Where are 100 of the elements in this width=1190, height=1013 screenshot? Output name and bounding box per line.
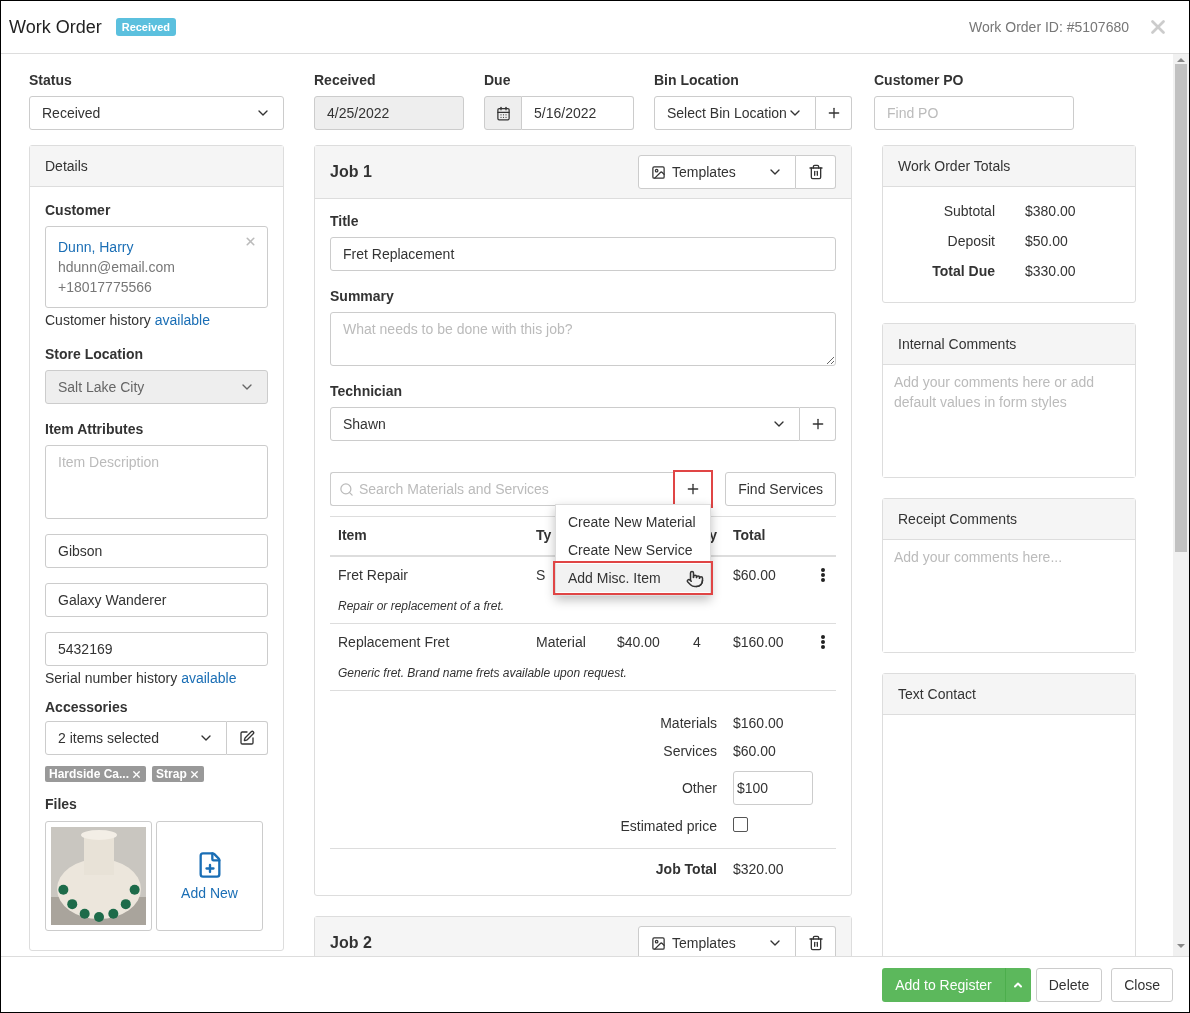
remove-icon — [188, 768, 200, 780]
image-icon — [651, 164, 666, 180]
history-link[interactable]: available — [181, 670, 237, 686]
column-header: Total — [733, 527, 766, 543]
more-icon — [821, 568, 825, 582]
field-label: Title — [330, 213, 360, 229]
summary-label: Materials — [659, 715, 717, 731]
add-button[interactable] — [800, 407, 836, 441]
search-field[interactable]: Search Materials and Services — [330, 472, 673, 506]
job-title: Job 2 — [330, 934, 372, 952]
totals-value: $50.00 — [1025, 233, 1069, 249]
summary-label: Other — [681, 780, 717, 796]
field-label: Due — [484, 72, 512, 88]
customer-phone: +18017775566 — [58, 278, 153, 297]
item-description-field[interactable]: Item Description — [45, 445, 268, 519]
column-header: Item — [338, 527, 367, 543]
due-date-field[interactable]: 5/16/2022 — [522, 96, 634, 130]
add-button[interactable] — [816, 96, 852, 130]
table-cell: $160.00 — [733, 634, 784, 650]
item-description: Generic fret. Brand name frets available upon request. — [338, 666, 627, 680]
customer-name-link[interactable]: Dunn, Harry — [58, 239, 134, 255]
status-select[interactable]: Received — [29, 96, 284, 130]
trash-icon — [807, 935, 824, 951]
bin-location-select[interactable]: Select Bin Location — [654, 96, 816, 130]
field-label: Store Location — [45, 346, 144, 362]
table-cell: 4 — [693, 634, 701, 650]
close-icon — [244, 235, 257, 248]
footer-button[interactable]: Delete — [1035, 967, 1103, 1002]
calendar-button[interactable] — [484, 96, 522, 130]
edit-button[interactable] — [227, 721, 268, 755]
add-item-button[interactable] — [673, 470, 713, 508]
attribute-field[interactable]: 5432169 — [45, 632, 268, 666]
card-title: Text Contact — [898, 686, 976, 702]
summary-field[interactable]: What needs to be done with this job? — [330, 312, 836, 366]
table-cell: $40.00 — [617, 634, 660, 650]
edit-icon — [239, 730, 255, 746]
field-label: Item Attributes — [45, 421, 145, 437]
history-link[interactable]: available — [154, 312, 210, 328]
footer-button[interactable]: Close — [1111, 967, 1173, 1002]
add-file-button[interactable]: Add New — [156, 821, 263, 931]
summary-label: Services — [662, 743, 717, 759]
more-button[interactable] — [821, 568, 825, 582]
plus-icon — [685, 481, 701, 497]
card-title: Details — [45, 158, 88, 174]
trash-icon — [807, 164, 824, 180]
work-order-id: Work Order ID: #5107680 — [968, 19, 1129, 35]
menu-item[interactable]: Add Misc. Item — [556, 564, 710, 592]
customer-email: hdunn@email.com — [58, 258, 176, 277]
field-label: Files — [45, 796, 78, 812]
accessories-select[interactable]: 2 items selected — [45, 721, 227, 755]
totals-value: $330.00 — [1025, 263, 1077, 279]
menu-item[interactable]: Create New Service — [556, 536, 710, 564]
field-label: Technician — [330, 383, 404, 399]
field-label: Customer — [45, 202, 112, 218]
find-services-button[interactable]: Find Services — [725, 472, 836, 506]
field-label: Bin Location — [654, 72, 740, 88]
table-cell: Fret Repair — [338, 567, 409, 583]
card-title: Internal Comments — [898, 336, 1017, 352]
more-options-button[interactable] — [1004, 967, 1031, 1002]
window-title: Work Order — [9, 16, 102, 38]
table-cell: Material — [536, 634, 586, 650]
totals-label: Deposit — [946, 233, 995, 249]
summary-label: Estimated price — [619, 817, 717, 834]
scrollbar[interactable] — [1173, 54, 1189, 956]
delete-button[interactable] — [796, 926, 836, 956]
totals-value: $380.00 — [1025, 203, 1077, 219]
pointer-cursor-icon — [686, 570, 704, 588]
more-icon — [821, 635, 825, 649]
field-label: Summary — [330, 288, 395, 304]
card-title: Receipt Comments — [898, 511, 1018, 527]
calendar-icon — [495, 105, 511, 121]
item-description: Repair or replacement of a fret. — [338, 599, 505, 613]
column-header: Ty — [536, 527, 552, 543]
job-title: Job 1 — [330, 163, 372, 181]
attribute-field[interactable]: Galaxy Wanderer — [45, 583, 268, 617]
customer-po-field[interactable]: Find PO — [874, 96, 1074, 130]
file-thumbnail[interactable] — [45, 821, 152, 931]
remove-icon — [131, 768, 143, 780]
menu-item[interactable]: Create New Material — [556, 508, 710, 536]
field-label: Status — [29, 72, 73, 88]
table-cell: S — [536, 567, 546, 583]
totals-label: Subtotal — [942, 203, 995, 219]
customer-history-text: Customer history available — [45, 312, 211, 328]
estimated-checkbox[interactable] — [733, 817, 748, 832]
more-button[interactable] — [821, 635, 825, 649]
search-icon — [339, 481, 354, 497]
attribute-field[interactable]: Gibson — [45, 534, 268, 568]
templates-select[interactable]: Templates — [638, 926, 796, 956]
technician-select[interactable]: Shawn — [330, 407, 800, 441]
image-icon — [651, 935, 666, 951]
summary-value: $160.00 — [733, 715, 785, 731]
summary-value: $60.00 — [733, 743, 777, 759]
totals-label: Total Due — [931, 263, 995, 279]
field-label: Customer PO — [874, 72, 965, 88]
delete-button[interactable] — [796, 155, 836, 189]
field-label: Received — [314, 72, 377, 88]
summary-value: $320.00 — [733, 861, 785, 877]
title-field[interactable]: Fret Replacement — [330, 237, 836, 271]
other-field[interactable]: $100 — [733, 771, 813, 805]
templates-select[interactable]: Templates — [638, 155, 796, 189]
